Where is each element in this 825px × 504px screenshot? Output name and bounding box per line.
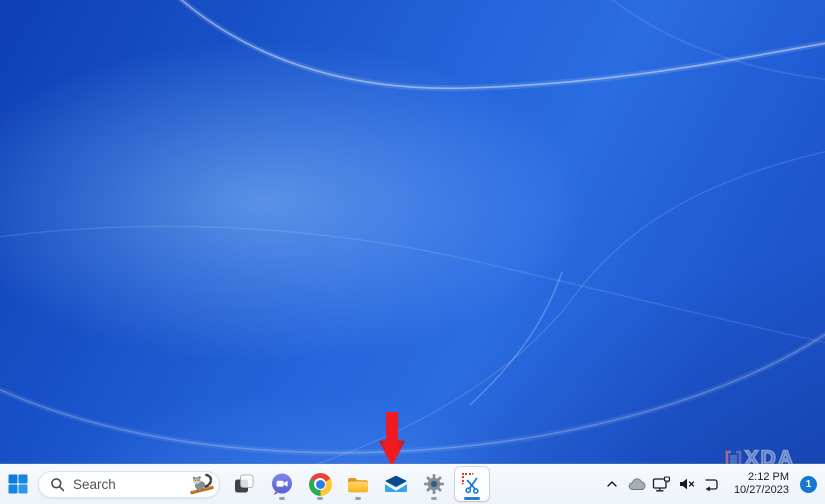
active-window-indicator	[464, 496, 480, 500]
task-view-icon	[235, 474, 254, 493]
restart-pending-button[interactable]	[700, 469, 724, 499]
mail-envelope-icon	[385, 475, 407, 492]
restart-arrow-icon	[705, 478, 719, 491]
mail-button[interactable]	[379, 467, 413, 501]
desktop: XDA Search 2:12 PM 10/27/2023 1	[0, 0, 825, 504]
onedrive-cloud-icon	[628, 477, 646, 490]
tray-overflow-button[interactable]	[600, 469, 624, 499]
search-highlight-lemur-image[interactable]	[189, 472, 216, 496]
search-icon	[51, 477, 65, 491]
folder-icon	[348, 478, 368, 493]
running-indicator	[317, 496, 323, 500]
running-indicator	[355, 496, 361, 500]
notification-count: 1	[805, 478, 812, 490]
taskbar: Search 2:12 PM 10/27/2023 1	[0, 464, 825, 504]
running-indicator	[279, 496, 285, 500]
task-view-button[interactable]	[227, 467, 261, 501]
notification-badge[interactable]: 1	[800, 475, 817, 493]
volume-muted-icon	[680, 478, 695, 490]
chat-button[interactable]	[265, 467, 299, 501]
snipping-tool-button[interactable]	[455, 467, 489, 501]
search-input[interactable]: Search	[38, 470, 220, 498]
chevron-up-icon	[607, 481, 617, 487]
system-tray: 2:12 PM 10/27/2023 1	[600, 469, 817, 499]
taskbar-app-icons	[227, 467, 489, 501]
gear-icon	[424, 474, 444, 494]
chrome-button[interactable]	[303, 467, 337, 501]
wallpaper-streaks	[0, 0, 825, 464]
chrome-icon	[308, 472, 332, 496]
file-explorer-button[interactable]	[341, 467, 375, 501]
windows-logo-icon	[8, 474, 28, 494]
running-indicator	[431, 496, 437, 500]
start-button[interactable]	[2, 467, 34, 501]
tray-clock[interactable]: 2:12 PM 10/27/2023	[731, 469, 792, 499]
snipping-tool-icon	[460, 472, 484, 496]
clock-date: 10/27/2023	[733, 484, 789, 496]
settings-button[interactable]	[417, 467, 451, 501]
search-placeholder: Search	[73, 476, 116, 492]
network-ethernet-icon	[653, 475, 671, 491]
chat-video-icon	[272, 473, 292, 495]
volume-button[interactable]	[675, 469, 699, 499]
onedrive-button[interactable]	[625, 469, 649, 499]
network-button[interactable]	[650, 469, 674, 499]
clock-time: 2:12 PM	[748, 471, 789, 483]
